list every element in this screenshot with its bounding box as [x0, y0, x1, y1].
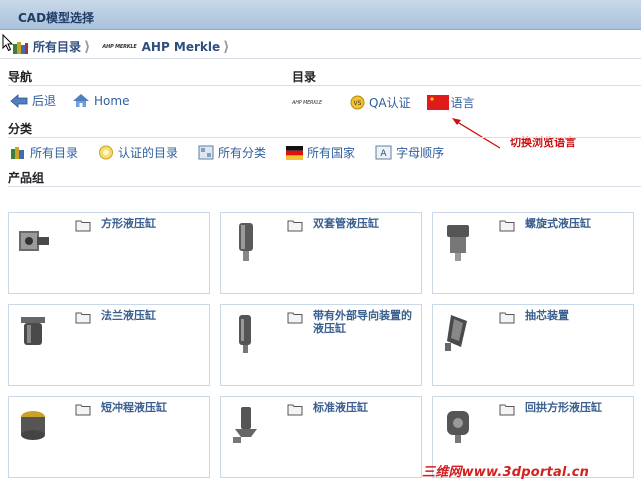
catalog-links: AHP MERKLE VS QA认证 语言 [292, 94, 491, 111]
product-group-section-title: 产品组 [8, 171, 45, 185]
folder-icon [287, 220, 303, 232]
product-card-threaded-cylinder[interactable]: 螺旋式液压缸 [432, 212, 634, 294]
category-links: 所有目录 认证的目录 所有分类 所有国家 A 字母顺序 [10, 144, 460, 161]
category-tree-icon [198, 145, 214, 160]
category-all-catalogs[interactable]: 所有目录 [10, 144, 78, 161]
alphabet-icon: A [375, 145, 392, 160]
product-name: 螺旋式液压缸 [525, 217, 591, 230]
product-name: 抽芯装置 [525, 309, 569, 322]
back-label: 后退 [32, 94, 57, 108]
category-alphabetical[interactable]: A 字母顺序 [375, 144, 444, 161]
flange-cylinder-icon [21, 317, 45, 345]
svg-text:A: A [380, 149, 387, 159]
nav-links: 后退 Home [10, 92, 145, 109]
category-all-categories[interactable]: 所有分类 [198, 144, 266, 161]
qa-certification-link[interactable]: VS QA认证 [350, 94, 411, 111]
product-name: 方形液压缸 [101, 217, 156, 230]
certified-badge-icon [99, 145, 114, 160]
category-label: 字母顺序 [396, 146, 445, 160]
breadcrumb-separator-icon: ⟩ [223, 38, 230, 55]
breadcrumb: 所有目录 ⟩ AHP MERKLE AHP Merkle ⟩ [0, 35, 641, 59]
language-label: 语言 [450, 96, 475, 110]
short-stroke-cylinder-icon [21, 411, 45, 440]
product-card-flange-cylinder[interactable]: 法兰液压缸 [8, 304, 210, 386]
back-arrow-icon [10, 93, 28, 108]
qa-label: QA认证 [368, 96, 411, 110]
language-link[interactable]: 语言 [426, 94, 475, 111]
category-label: 所有目录 [30, 146, 79, 160]
arched-square-cylinder-icon [447, 411, 469, 443]
home-icon [73, 94, 90, 107]
product-name: 法兰液压缸 [101, 309, 156, 322]
window-title: CAD模型选择 [18, 11, 95, 25]
category-label: 所有分类 [218, 146, 267, 160]
double-tube-cylinder-icon [239, 223, 253, 261]
category-all-countries[interactable]: 所有国家 [286, 144, 355, 161]
home-button[interactable]: Home [72, 93, 129, 108]
product-name: 双套管液压缸 [313, 217, 379, 230]
standard-cylinder-icon [233, 407, 257, 443]
catalog-section-title: 目录 [292, 70, 317, 84]
breadcrumb-all-catalogs[interactable]: 所有目录 ⟩ [0, 35, 90, 59]
back-button[interactable]: 后退 [10, 92, 56, 109]
product-grid: 方形液压缸 双套管液压缸 螺旋式液压缸 法兰液压缸 带有外部导向装置的液压缸 抽… [8, 212, 635, 480]
category-label: 所有国家 [307, 146, 356, 160]
breadcrumb-ahp-merkle[interactable]: AHP MERKLE AHP Merkle ⟩ [90, 35, 229, 59]
ahp-merkle-logo: AHP MERKLE [102, 43, 137, 50]
core-puller-icon [445, 315, 467, 351]
qa-badge-icon: VS [350, 95, 365, 110]
divider [8, 137, 641, 138]
folder-icon [499, 220, 515, 232]
breadcrumb-label: 所有目录 [33, 40, 82, 54]
folder-icon [287, 312, 303, 324]
product-card-guided-cylinder[interactable]: 带有外部导向装置的液压缸 [220, 304, 422, 386]
category-label: 认证的目录 [118, 146, 179, 160]
germany-flag-icon [286, 145, 304, 160]
guided-cylinder-icon [239, 315, 251, 353]
product-name: 标准液压缸 [313, 401, 368, 414]
china-flag-icon [426, 95, 449, 110]
folder-icon [75, 312, 91, 324]
product-name: 短冲程液压缸 [101, 401, 167, 414]
books-icon [13, 41, 28, 54]
divider [8, 186, 641, 187]
product-name: 回拱方形液压缸 [525, 401, 602, 414]
divider [8, 85, 641, 86]
window-title-bar: CAD模型选择 [0, 0, 641, 30]
product-card-standard-cylinder[interactable]: 标准液压缸 [220, 396, 422, 478]
home-label: Home [94, 93, 130, 108]
books-icon [11, 147, 24, 159]
square-cylinder-icon [19, 231, 49, 251]
nav-section-title: 导航 [8, 70, 33, 84]
folder-icon [499, 312, 515, 324]
folder-icon [287, 404, 303, 416]
watermark: 三维网www.3dportal.cn [422, 465, 590, 480]
category-section-title: 分类 [8, 122, 33, 136]
product-card-core-puller[interactable]: 抽芯装置 [432, 304, 634, 386]
breadcrumb-label: AHP Merkle [141, 39, 221, 54]
product-card-short-stroke-cylinder[interactable]: 短冲程液压缸 [8, 396, 210, 478]
product-card-double-tube-cylinder[interactable]: 双套管液压缸 [220, 212, 422, 294]
category-certified-catalogs[interactable]: 认证的目录 [98, 144, 178, 161]
ahp-merkle-catalog-logo[interactable]: AHP MERKLE [292, 100, 322, 106]
product-name: 带有外部导向装置的液压缸 [313, 309, 412, 335]
folder-icon [499, 404, 515, 416]
svg-text:VS: VS [354, 100, 362, 107]
folder-icon [75, 404, 91, 416]
threaded-cylinder-icon [447, 225, 469, 261]
folder-icon [75, 220, 91, 232]
product-card-square-cylinder[interactable]: 方形液压缸 [8, 212, 210, 294]
